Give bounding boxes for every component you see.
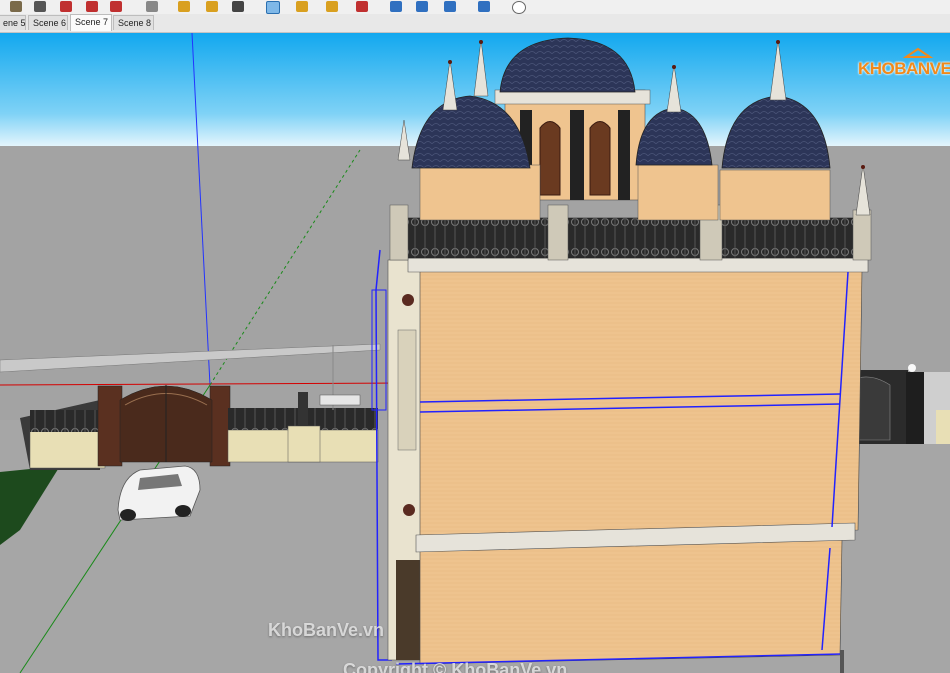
toolbar bbox=[0, 0, 950, 15]
tape-measure-icon[interactable] bbox=[110, 1, 122, 12]
paint-bucket-icon[interactable] bbox=[10, 1, 22, 12]
zoom-extents-icon[interactable] bbox=[266, 1, 280, 14]
gate-pillar-left bbox=[97, 385, 123, 467]
sandbox-icon[interactable] bbox=[326, 1, 338, 12]
styles-icon[interactable] bbox=[444, 1, 456, 12]
facade-lower bbox=[419, 539, 843, 665]
logo: KHOBANVE bbox=[852, 47, 950, 87]
pan-icon[interactable] bbox=[206, 1, 218, 12]
tab-scene-5[interactable]: ene 5 bbox=[0, 15, 26, 30]
eraser-icon[interactable] bbox=[34, 1, 46, 12]
logo-text: KHOBANVE bbox=[858, 59, 950, 78]
orbit-icon[interactable] bbox=[178, 1, 190, 12]
settings-icon[interactable] bbox=[478, 1, 490, 12]
layer-icon[interactable] bbox=[390, 1, 402, 12]
watermark-site: KhoBanVe.vn bbox=[268, 620, 385, 640]
scene-tabs: ene 5 Scene 6 Scene 7 Scene 8 bbox=[0, 14, 950, 33]
tab-scene-8[interactable]: Scene 8 bbox=[113, 15, 154, 30]
roof-cornice bbox=[407, 257, 869, 273]
tab-scene-6[interactable]: Scene 6 bbox=[28, 15, 68, 30]
gate-pillar-right bbox=[209, 385, 231, 467]
facade-upper bbox=[419, 269, 863, 536]
rotate-icon[interactable] bbox=[86, 1, 98, 12]
model-viewport[interactable]: KHOBANVE KhoBanVe.vn Copyright © KhoBanV… bbox=[0, 33, 950, 673]
outliner-icon[interactable] bbox=[416, 1, 428, 12]
pencil-icon[interactable] bbox=[146, 1, 158, 12]
move-icon[interactable] bbox=[60, 1, 72, 12]
shadow-icon[interactable] bbox=[356, 1, 368, 12]
tab-scene-7[interactable]: Scene 7 bbox=[70, 14, 112, 31]
roof-balustrade bbox=[404, 217, 856, 259]
help-icon[interactable] bbox=[512, 1, 526, 14]
zoom-icon[interactable] bbox=[232, 1, 244, 12]
scene-canvas[interactable] bbox=[0, 33, 950, 673]
watermark-copyright: Copyright © KhoBanVe.vn bbox=[343, 660, 568, 673]
section-icon[interactable] bbox=[296, 1, 308, 12]
